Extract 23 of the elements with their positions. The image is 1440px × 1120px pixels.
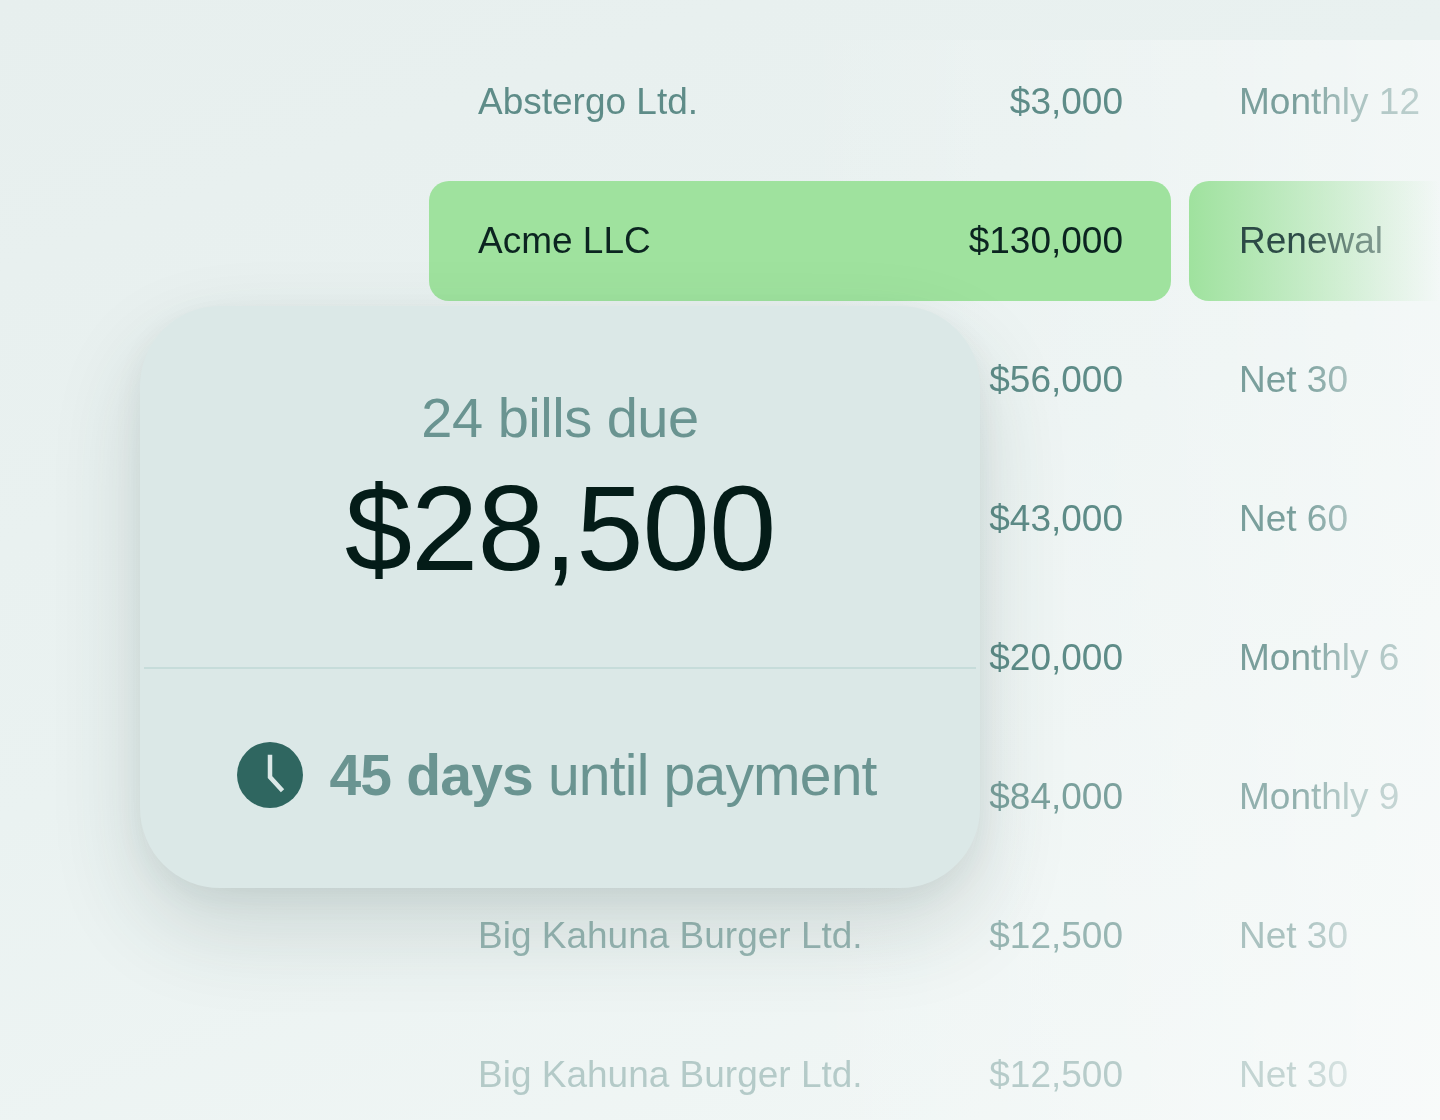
amount: $12,500 <box>989 915 1123 957</box>
clock-icon <box>237 741 304 808</box>
payment-term: Monthly 12 <box>1239 81 1420 123</box>
payment-term: Monthly 6 <box>1239 637 1400 679</box>
company-name: Acme LLC <box>478 220 651 262</box>
amount: $130,000 <box>968 220 1123 262</box>
amount: $3,000 <box>1009 81 1123 123</box>
total-amount: $28,500 <box>344 466 776 590</box>
payment-term: Net 30 <box>1239 359 1348 401</box>
payment-term: Net 60 <box>1239 498 1348 540</box>
payment-countdown: 45 days until payment <box>329 741 877 808</box>
company-name: Big Kahuna Burger Ltd. <box>478 1054 863 1096</box>
amount: $12,500 <box>989 1054 1123 1096</box>
amount: $84,000 <box>989 776 1123 818</box>
amount: $43,000 <box>989 498 1123 540</box>
company-name: Abstergo Ltd. <box>478 81 699 123</box>
company-name: Big Kahuna Burger Ltd. <box>478 915 863 957</box>
bills-due-count: 24 bills due <box>421 386 699 450</box>
amount: $56,000 <box>989 359 1123 401</box>
row-highlight[interactable]: Acme LLC $130,000 <box>429 181 1171 301</box>
payment-term: Renewal <box>1239 220 1383 262</box>
amount: $20,000 <box>989 637 1123 679</box>
payment-term: Net 30 <box>1239 915 1348 957</box>
